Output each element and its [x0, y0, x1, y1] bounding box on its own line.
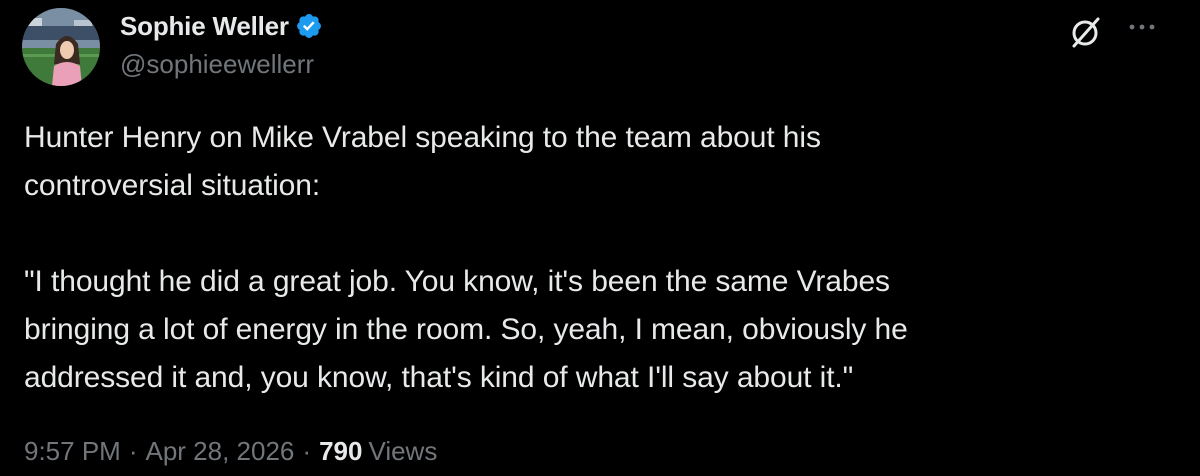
tweet-text: Hunter Henry on Mike Vrabel speaking to …: [24, 114, 1174, 402]
tweet-paragraph-1: Hunter Henry on Mike Vrabel speaking to …: [24, 121, 821, 202]
more-options-icon[interactable]: [1124, 14, 1160, 40]
author-info: Sophie Weller @sophieewellerr: [120, 8, 323, 80]
meta-separator: ·: [128, 436, 138, 466]
avatar[interactable]: [22, 8, 100, 86]
tweet-time[interactable]: 9:57 PM: [24, 436, 121, 467]
tweet-card: Sophie Weller @sophieewellerr Hunter Hen…: [0, 0, 1200, 476]
author-name-row: Sophie Weller: [120, 8, 323, 44]
tweet-date[interactable]: Apr 28, 2026: [146, 436, 295, 467]
views-label[interactable]: Views: [368, 436, 437, 467]
meta-separator: ·: [302, 436, 312, 466]
verified-badge-icon[interactable]: [295, 12, 323, 40]
author-display-name[interactable]: Sophie Weller: [120, 11, 289, 42]
author-handle[interactable]: @sophieewellerr: [120, 49, 323, 80]
tweet-paragraph-2: "I thought he did a great job. You know,…: [24, 265, 908, 394]
grok-icon[interactable]: [1068, 14, 1104, 50]
views-count[interactable]: 790: [319, 436, 362, 467]
tweet-metadata: 9:57 PM · Apr 28, 2026 · 790 Views: [24, 436, 437, 467]
